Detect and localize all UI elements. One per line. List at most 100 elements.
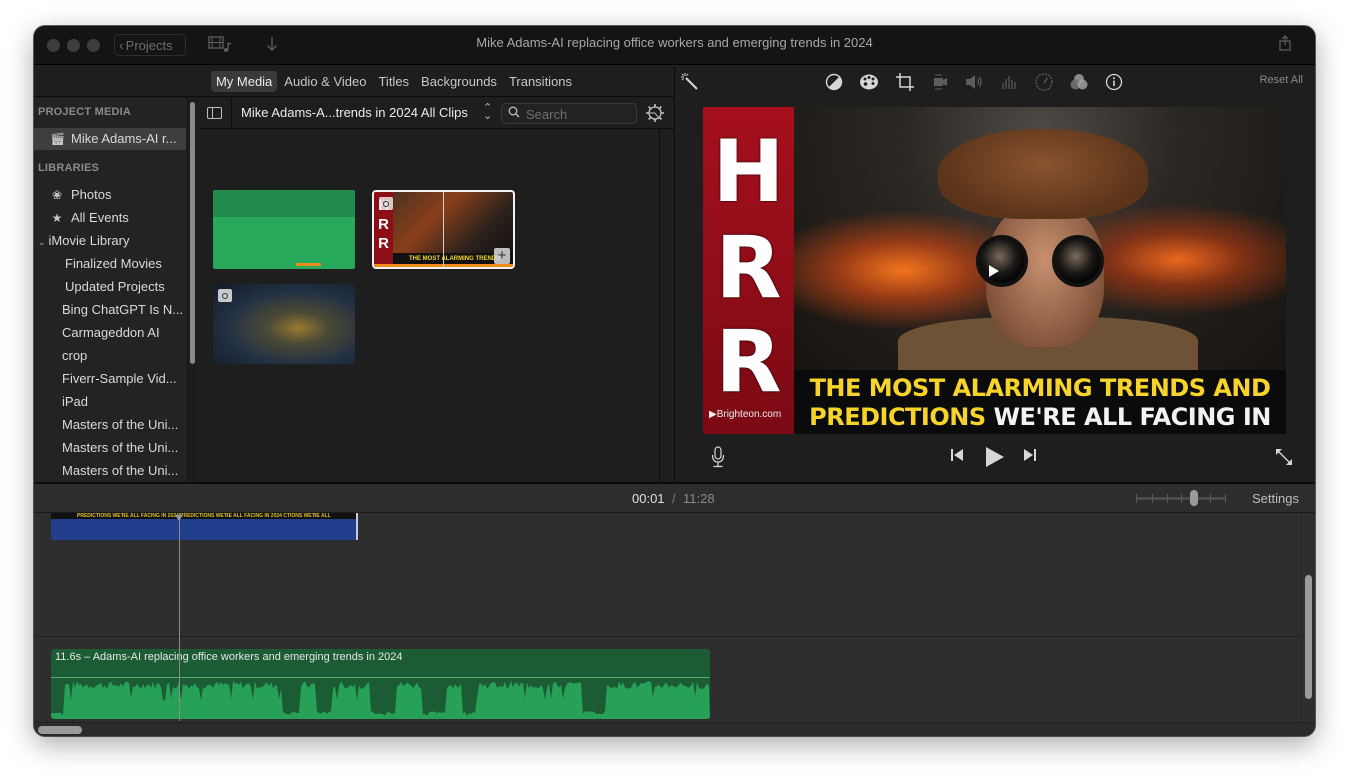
media-browser-panel: My Media Audio & Video Titles Background… xyxy=(34,66,675,482)
add-to-project-button[interactable]: + xyxy=(494,248,510,264)
scene-hat xyxy=(938,129,1148,219)
libraries-header: LIBRARIES xyxy=(38,162,100,174)
chevron-down-icon: ⌄ xyxy=(38,237,46,247)
timeline-vertical-scrollbar-thumb[interactable] xyxy=(1305,575,1312,699)
clip-trim-handle[interactable] xyxy=(356,513,358,540)
sidebar-item-imovie-library[interactable]: ⌄ iMovie Library xyxy=(34,230,186,252)
volume-level-line[interactable] xyxy=(51,677,710,678)
sidebar-toggle-icon[interactable] xyxy=(207,107,222,119)
search-input[interactable] xyxy=(526,106,631,122)
project-media-header: PROJECT MEDIA xyxy=(38,106,132,118)
tab-audio-video[interactable]: Audio & Video xyxy=(279,71,371,92)
sidebar-item-event[interactable]: Carmageddon AI xyxy=(34,322,186,344)
chevron-updown-icon[interactable]: ⌃ ⌄ xyxy=(483,103,492,122)
playhead-marker[interactable] xyxy=(175,515,183,521)
sidebar-item-event[interactable]: iPad xyxy=(34,391,186,413)
fullscreen-icon[interactable] xyxy=(1275,448,1293,471)
painting-clip[interactable] xyxy=(213,284,355,364)
audio-waveform xyxy=(51,681,710,719)
timeline-header: 00:01 / 11:28 Settings xyxy=(34,482,1315,513)
total-duration: 11:28 xyxy=(683,491,715,506)
video-preview[interactable]: H R R ▶Brighteon.com THE MOST ALARMING T… xyxy=(703,107,1286,434)
browser-tabs: My Media Audio & Video Titles Background… xyxy=(34,66,674,97)
slider-tick xyxy=(1225,494,1226,503)
sidebar-item-all-events[interactable]: ★ All Events xyxy=(34,207,186,229)
color-balance-icon[interactable] xyxy=(824,73,844,93)
sidebar-item-event[interactable]: Bing ChatGPT Is N... xyxy=(34,299,186,321)
tab-titles[interactable]: Titles xyxy=(373,71,414,92)
play-logo-icon: ▶ xyxy=(709,409,717,420)
slider-tick xyxy=(1136,494,1137,503)
banner-letter: H xyxy=(712,122,785,222)
sidebar-item-photos[interactable]: ❀ Photos xyxy=(34,184,186,206)
play-overlay-icon xyxy=(989,265,999,277)
filmstrip-text: PREDICTIONS WE'RE ALL FACING IN 2024 PRE… xyxy=(51,513,358,519)
brand-label: Brighteon.com xyxy=(716,409,782,420)
info-icon[interactable] xyxy=(1104,73,1124,93)
sidebar-item-label: All Events xyxy=(71,210,129,225)
timeline-zoom-slider[interactable] xyxy=(1136,490,1226,506)
star-icon: ★ xyxy=(51,211,63,225)
camera-icon xyxy=(218,289,232,302)
audio-clip-thumbnail[interactable] xyxy=(213,190,355,269)
equalizer-icon[interactable] xyxy=(999,73,1019,93)
share-icon[interactable] xyxy=(1279,35,1291,51)
sidebar-item-event[interactable]: Masters of the Uni... xyxy=(34,414,186,436)
stabilization-icon[interactable] xyxy=(930,73,950,93)
video-clip[interactable]: PREDICTIONS WE'RE ALL FACING IN 2024 PRE… xyxy=(51,513,358,540)
timecode-separator: / xyxy=(672,491,676,506)
search-field[interactable] xyxy=(501,103,637,124)
sidebar-item-event[interactable]: Updated Projects xyxy=(34,276,186,298)
thumbnail-clip[interactable]: HRR THE MOST ALARMING TRENDS AN... + xyxy=(372,190,515,269)
reset-all-button[interactable]: Reset All xyxy=(1260,74,1303,86)
clips-filter-title[interactable]: Mike Adams-A...trends in 2024 All Clips xyxy=(241,105,468,120)
playhead[interactable] xyxy=(179,513,180,721)
tab-my-media[interactable]: My Media xyxy=(210,70,278,92)
clips-divider xyxy=(659,130,660,482)
crop-icon[interactable] xyxy=(895,73,915,93)
timeline-horizontal-scrollbar[interactable] xyxy=(34,722,1315,736)
play-button[interactable] xyxy=(986,447,1004,467)
waveform-shape xyxy=(51,681,710,719)
slider-tick xyxy=(1181,494,1182,503)
sidebar-item-event[interactable]: Finalized Movies xyxy=(34,253,186,275)
sidebar-scrollbar-thumb[interactable] xyxy=(190,102,195,364)
clip-filter-icon[interactable] xyxy=(1069,73,1089,93)
skip-forward-icon[interactable] xyxy=(1023,448,1037,467)
timeline-horizontal-scrollbar-thumb[interactable] xyxy=(38,726,82,734)
color-correction-icon[interactable] xyxy=(859,73,879,93)
track-divider xyxy=(34,636,1300,637)
audio-clip-label: 11.6s – Adams-AI replacing office worker… xyxy=(55,651,403,663)
slider-thumb[interactable] xyxy=(1189,490,1198,506)
gear-icon[interactable] xyxy=(645,103,665,123)
tab-backgrounds[interactable]: Backgrounds xyxy=(416,71,502,92)
microphone-icon[interactable] xyxy=(711,446,725,468)
window-title: Mike Adams-AI replacing office workers a… xyxy=(476,35,873,50)
banner-letter: R xyxy=(715,218,782,318)
current-timecode: 00:01 xyxy=(632,491,665,506)
volume-icon[interactable] xyxy=(964,73,984,93)
timeline-settings-button[interactable]: Settings xyxy=(1252,491,1299,506)
sidebar-item-project[interactable]: 🎬︎ Mike Adams-AI r... xyxy=(34,128,186,150)
speed-icon[interactable] xyxy=(1034,73,1054,93)
sidebar-item-event[interactable]: Masters of the Uni... xyxy=(34,437,186,459)
slider-tick xyxy=(1152,494,1153,503)
sidebar-item-event[interactable]: Masters of the Uni... xyxy=(34,460,186,482)
clips-header: Mike Adams-A...trends in 2024 All Clips … xyxy=(199,98,675,129)
audio-clip[interactable]: 11.6s – Adams-AI replacing office worker… xyxy=(51,649,710,719)
slider-tick xyxy=(1167,494,1168,503)
imovie-window: ‹ Projects Mike Adams-AI replacing office… xyxy=(34,26,1315,736)
binocular-lens xyxy=(1052,235,1104,287)
sidebar-item-event[interactable]: Fiverr-Sample Vid... xyxy=(34,368,186,390)
tab-transitions[interactable]: Transitions xyxy=(504,71,577,92)
camera-icon xyxy=(379,197,393,210)
magic-wand-icon[interactable] xyxy=(680,73,700,93)
skip-back-icon[interactable] xyxy=(950,448,964,467)
slider-tick xyxy=(1210,494,1211,503)
sidebar-item-label: iMovie Library xyxy=(48,233,130,248)
caption-line-2-white: WE'RE ALL FACING IN 2024 xyxy=(993,403,1272,434)
sidebar-item-event[interactable]: crop xyxy=(34,345,186,367)
clapperboard-icon: 🎬︎ xyxy=(50,132,66,146)
brand-watermark: ▶Brighteon.com xyxy=(709,409,781,420)
preview-scene xyxy=(794,107,1286,377)
